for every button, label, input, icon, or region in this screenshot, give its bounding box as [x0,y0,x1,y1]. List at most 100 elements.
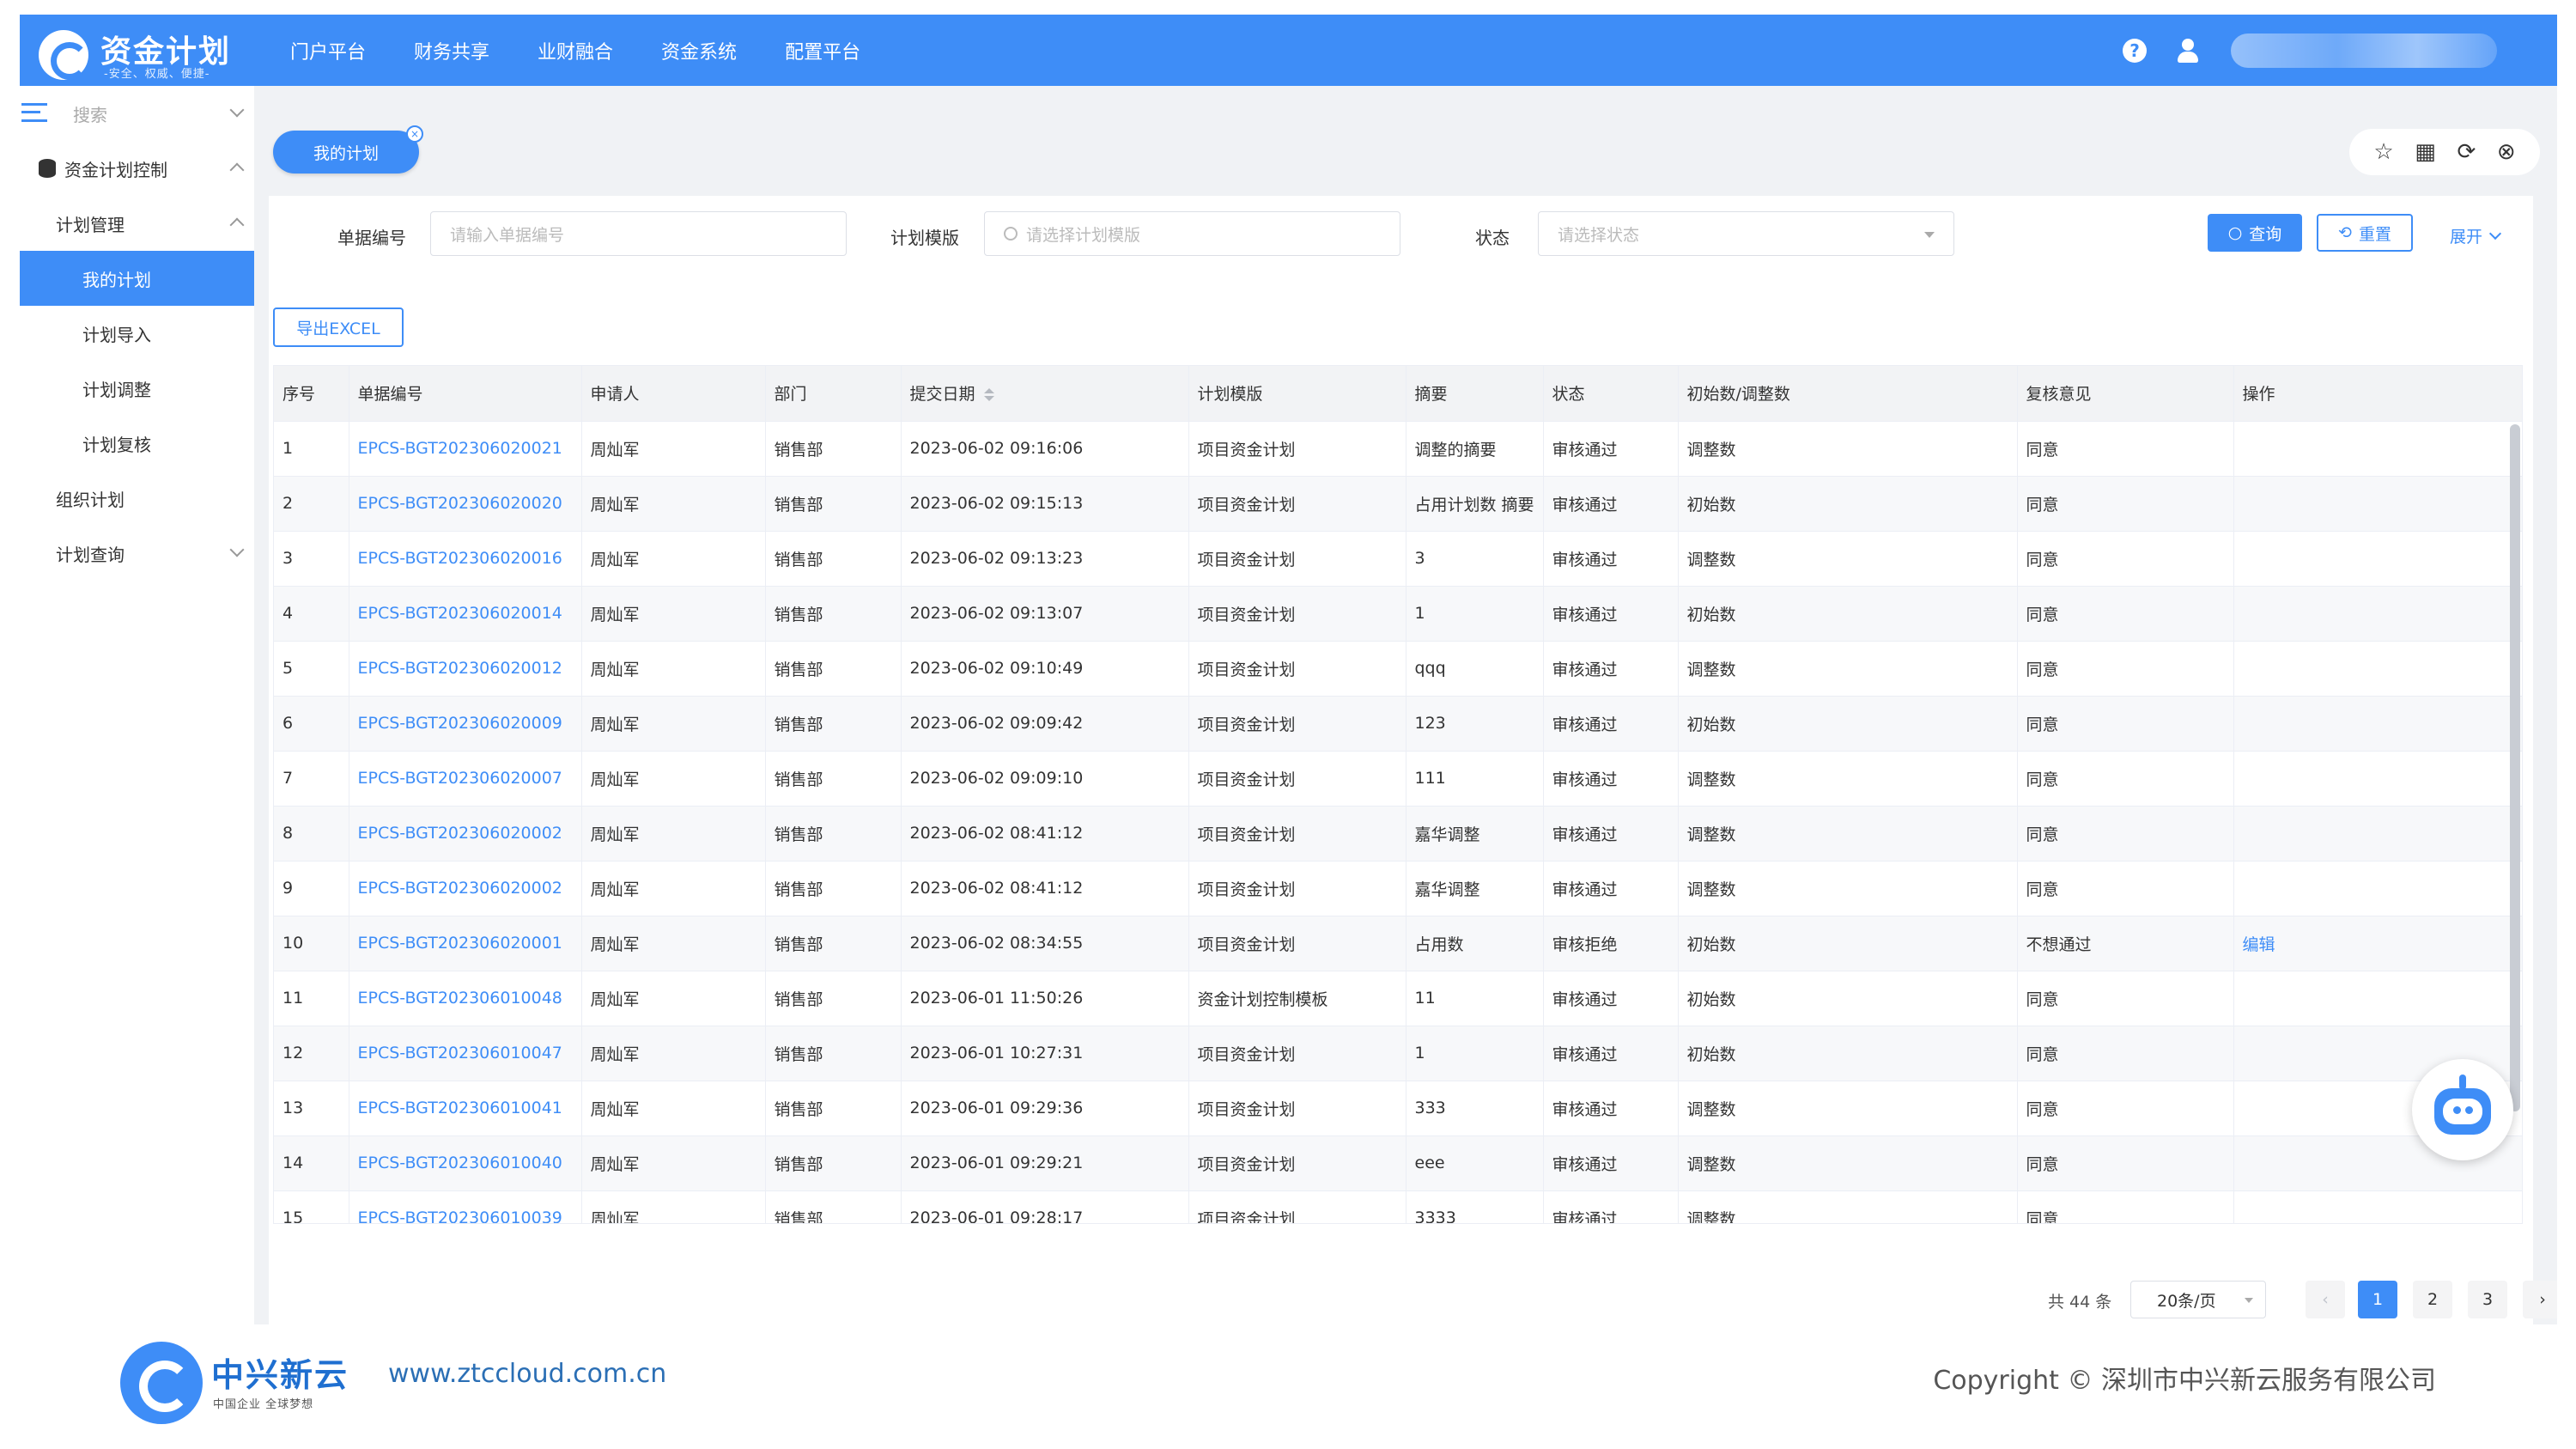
reset-icon: ⟲ [2338,223,2352,242]
cell-doc-no[interactable]: EPCS-BGT202306010048 [349,971,582,1026]
cell-doc-no[interactable]: EPCS-BGT202306020009 [349,696,582,752]
cell-template: 项目资金计划 [1188,531,1406,587]
cell-doc-no[interactable]: EPCS-BGT202306010047 [349,1026,582,1081]
cell-status: 审核通过 [1543,1135,1679,1191]
sidebar-item-plan-query[interactable]: 计划查询 [20,526,254,581]
cell-doc-no[interactable]: EPCS-BGT202306010040 [349,1135,582,1191]
page-button-1[interactable]: 1 [2358,1281,2397,1318]
nav-item-portal[interactable]: 门户平台 [290,37,366,64]
export-excel-button[interactable]: 导出EXCEL [273,307,404,347]
cell-doc-no[interactable]: EPCS-BGT202306020020 [349,476,582,532]
prev-page-button[interactable]: ‹ [2306,1281,2345,1318]
cell-department: 销售部 [765,1081,902,1136]
cell-doc-no[interactable]: EPCS-BGT202306020002 [349,861,582,916]
sidebar-item-my-plan[interactable]: 我的计划 [20,251,254,306]
page-size-select[interactable]: 20条/页 [2130,1281,2266,1318]
table-row[interactable]: 3 EPCS-BGT202306020016 周灿军 销售部 2023-06-02 09… [274,531,2522,587]
col-header-submit-date[interactable]: 提交日期 [901,366,1189,422]
table-row[interactable]: 9 EPCS-BGT202306020002 周灿军 销售部 2023-06-02 08… [274,861,2522,916]
footer-url[interactable]: www.ztccloud.com.cn [388,1359,666,1389]
table-row[interactable]: 4 EPCS-BGT202306020014 周灿军 销售部 2023-06-02 09… [274,586,2522,642]
chat-assistant-button[interactable] [2412,1059,2513,1160]
chevron-up-icon [229,162,245,178]
cell-department: 销售部 [765,971,902,1026]
cell-doc-no[interactable]: EPCS-BGT202306020012 [349,641,582,697]
cell-index: 4 [274,586,349,642]
nav-item-config[interactable]: 配置平台 [785,37,860,64]
cell-doc-no[interactable]: EPCS-BGT202306020021 [349,421,582,477]
table-row[interactable]: 6 EPCS-BGT202306020009 周灿军 销售部 2023-06-02 09… [274,696,2522,752]
cell-actions[interactable]: 编辑 [2233,916,2522,971]
cell-initial-adjust: 初始数 [1678,476,2018,532]
grid-icon[interactable]: ▦ [2415,139,2436,165]
app-logo[interactable]: 资金计划 -安全、权威、便捷- [39,21,253,81]
cell-doc-no[interactable]: EPCS-BGT202306020014 [349,586,582,642]
cell-initial-adjust: 初始数 [1678,586,2018,642]
table-row[interactable]: 10 EPCS-BGT202306020001 周灿军 销售部 2023-06-02 0… [274,916,2522,971]
cell-status: 审核通过 [1543,1190,1679,1223]
cell-initial-adjust: 调整数 [1678,806,2018,861]
sidebar-search[interactable]: 搜索 [20,86,254,141]
tab-my-plan[interactable]: 我的计划 [273,131,419,174]
table-row[interactable]: 11 EPCS-BGT202306010048 周灿军 销售部 2023-06-01 1… [274,971,2522,1026]
nav-item-business-finance[interactable]: 业财融合 [538,37,613,64]
sidebar-subgroup-plan-management[interactable]: 计划管理 [20,196,254,251]
sidebar-item-plan-review[interactable]: 计划复核 [20,416,254,471]
page-button-3[interactable]: 3 [2468,1281,2507,1318]
table-row[interactable]: 8 EPCS-BGT202306020002 周灿军 销售部 2023-06-02 08… [274,806,2522,861]
caret-down-icon [2245,1298,2253,1303]
status-select[interactable]: 请选择状态 [1538,211,1954,256]
cell-doc-no[interactable]: EPCS-BGT202306010041 [349,1081,582,1136]
sidebar-item-plan-adjust[interactable]: 计划调整 [20,361,254,416]
nav-item-fund-system[interactable]: 资金系统 [661,37,737,64]
table-scrollbar[interactable] [2510,424,2520,1111]
table-row[interactable]: 13 EPCS-BGT202306010041 周灿军 销售部 2023-06-01 0… [274,1081,2522,1136]
table-row[interactable]: 5 EPCS-BGT202306020012 周灿军 销售部 2023-06-02 09… [274,641,2522,697]
favorite-star-icon[interactable]: ☆ [2373,139,2393,165]
cell-doc-no[interactable]: EPCS-BGT202306020016 [349,531,582,587]
sidebar-item-org-plan[interactable]: 组织计划 [20,471,254,526]
chevron-down-icon [2488,227,2502,240]
reset-button[interactable]: ⟲ 重置 [2317,214,2413,252]
table-row[interactable]: 1 EPCS-BGT202306020021 周灿军 销售部 2023-06-02 09… [274,421,2522,477]
sidebar-group-fund-plan-control[interactable]: 资金计划控制 [20,141,254,196]
query-button[interactable]: ○ 查询 [2208,214,2302,252]
help-icon[interactable]: ? [2123,38,2147,63]
table-row[interactable]: 2 EPCS-BGT202306020020 周灿军 销售部 2023-06-02 09… [274,476,2522,532]
col-header-applicant: 申请人 [581,366,766,422]
doc-no-input[interactable]: 请输入单据编号 [430,211,847,256]
cell-review-opinion: 同意 [2017,1135,2234,1191]
template-select[interactable]: 请选择计划模版 [984,211,1400,256]
cell-template: 项目资金计划 [1188,586,1406,642]
table-row[interactable]: 12 EPCS-BGT202306010047 周灿军 销售部 2023-06-01 1… [274,1026,2522,1081]
refresh-icon[interactable]: ⟳ [2457,139,2476,165]
cell-review-opinion: 同意 [2017,751,2234,807]
user-icon[interactable] [2176,38,2202,64]
status-label: 状态 [1475,228,1510,248]
table-row[interactable]: 7 EPCS-BGT202306020007 周灿军 销售部 2023-06-02 09… [274,751,2522,807]
cell-submit-date: 2023-06-02 09:09:10 [901,751,1189,807]
cell-status: 审核拒绝 [1543,916,1679,971]
table-row[interactable]: 14 EPCS-BGT202306010040 周灿军 销售部 2023-06-01 0… [274,1135,2522,1191]
cell-doc-no[interactable]: EPCS-BGT202306020001 [349,916,582,971]
user-info-blurred[interactable] [2231,33,2497,68]
expand-toggle[interactable]: 展开 [2450,224,2502,247]
col-header-doc-no: 单据编号 [349,366,582,422]
tab-close-icon[interactable]: × [406,125,423,143]
sort-icon[interactable] [983,388,994,402]
cell-doc-no[interactable]: EPCS-BGT202306010039 [349,1190,582,1223]
cell-review-opinion: 同意 [2017,476,2234,532]
cell-status: 审核通过 [1543,421,1679,477]
next-page-button[interactable]: › [2523,1281,2557,1318]
close-circle-icon[interactable]: ⊗ [2497,139,2516,165]
content-panel: 单据编号 请输入单据编号 计划模版 请选择计划模版 状态 请选择状态 ○ 查询 [269,196,2557,1324]
cell-doc-no[interactable]: EPCS-BGT202306020002 [349,806,582,861]
cell-index: 2 [274,476,349,532]
menu-toggle-icon[interactable] [21,103,47,122]
page-button-2[interactable]: 2 [2413,1281,2452,1318]
table-row[interactable]: 15 EPCS-BGT202306010039 周灿军 销售部 2023-06-01 0… [274,1190,2522,1223]
sidebar-item-plan-import[interactable]: 计划导入 [20,306,254,361]
cell-doc-no[interactable]: EPCS-BGT202306020007 [349,751,582,807]
sidebar-item-label: 计划复核 [82,434,151,455]
nav-item-finance-share[interactable]: 财务共享 [414,37,489,64]
